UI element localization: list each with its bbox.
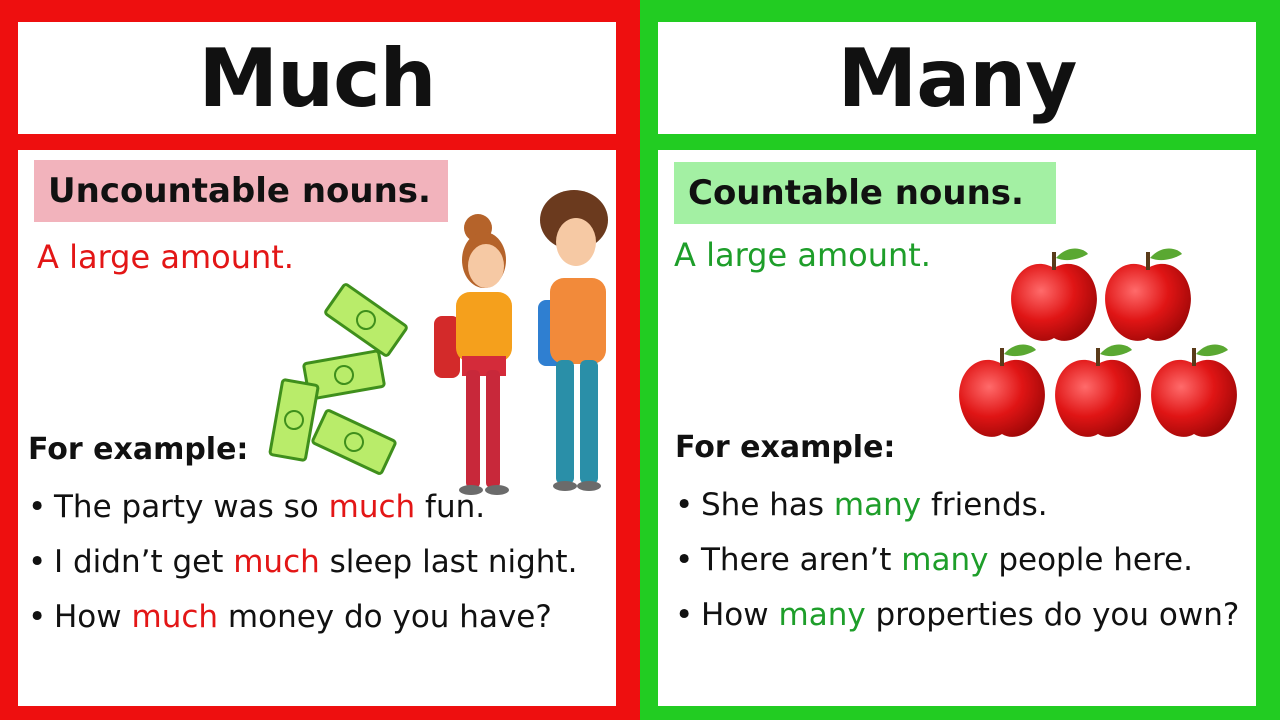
banknote-icon <box>324 283 408 357</box>
apple-pyramid-illustration <box>959 248 1237 437</box>
boy-student-figure <box>538 190 608 491</box>
banknote-icon <box>268 378 320 462</box>
apple-icon <box>1011 248 1097 341</box>
apple-icon <box>1151 344 1237 437</box>
highlighted-word: much <box>233 544 320 580</box>
bullet: • <box>28 489 47 525</box>
bullet: • <box>675 542 694 578</box>
much-example-list: • The party was so much fun. • I didn’t … <box>28 480 616 645</box>
many-title-box: Many <box>658 22 1256 134</box>
much-panel: Much Uncountable nouns. A large amount. <box>0 0 640 720</box>
highlighted-word: many <box>833 487 922 523</box>
apple-icon <box>1055 344 1141 437</box>
many-example-heading: For example: <box>675 430 896 465</box>
many-panel: Many Countable nouns. A large amount. Fo… <box>640 0 1280 720</box>
highlighted-word: many <box>901 542 989 578</box>
list-item: • How much money do you have? <box>28 590 616 645</box>
highlighted-word: much <box>131 599 219 635</box>
list-item: • I didn’t get much sleep last night. <box>28 535 616 590</box>
girl-student-figure <box>434 214 512 495</box>
many-title: Many <box>837 31 1078 125</box>
much-example-heading: For example: <box>28 432 249 467</box>
banknote-icon <box>311 409 397 475</box>
list-item: • The party was so much fun. <box>28 480 616 535</box>
much-title-box: Much <box>18 22 616 134</box>
bullet: • <box>675 597 694 633</box>
apple-icon <box>959 344 1045 437</box>
list-item: • How many properties do you own? <box>675 588 1250 643</box>
students-with-money-illustration <box>268 190 608 495</box>
many-label-box: Countable nouns. <box>674 162 1056 224</box>
many-content-box: Countable nouns. A large amount. For exa… <box>658 150 1256 706</box>
many-label: Countable nouns. <box>688 173 1024 213</box>
apple-icon <box>1105 248 1191 341</box>
list-item: • There aren’t many people here. <box>675 533 1250 588</box>
many-example-list: • She has many friends. • There aren’t m… <box>675 478 1250 643</box>
list-item: • She has many friends. <box>675 478 1250 533</box>
much-content-box: Uncountable nouns. A large amount. For e… <box>18 150 616 706</box>
bullet: • <box>675 487 694 523</box>
bullet: • <box>28 599 47 635</box>
highlighted-word: many <box>778 597 866 633</box>
highlighted-word: much <box>328 489 416 525</box>
bullet: • <box>28 544 47 580</box>
many-subtitle: A large amount. <box>674 236 931 274</box>
much-title: Much <box>198 31 437 125</box>
